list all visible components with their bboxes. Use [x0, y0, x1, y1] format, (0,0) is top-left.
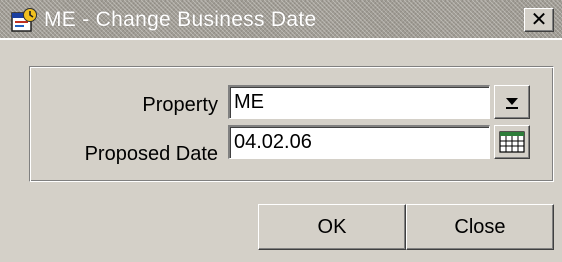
close-button[interactable]: Close — [406, 204, 554, 250]
change-business-date-dialog: ME - Change Business Date ✕ Property ME … — [0, 0, 562, 262]
ok-button-label: OK — [317, 216, 347, 238]
close-window-button[interactable]: ✕ — [524, 8, 554, 32]
proposed-date-field[interactable]: 04.02.06 — [228, 125, 490, 159]
dropdown-arrow-icon — [506, 98, 518, 109]
proposed-date-label: Proposed Date — [84, 143, 218, 165]
close-icon: ✕ — [530, 9, 548, 31]
window-title: ME - Change Business Date — [44, 8, 317, 31]
app-icon — [11, 8, 37, 32]
calendar-button[interactable] — [494, 125, 530, 159]
ok-button[interactable]: OK — [258, 204, 406, 250]
close-button-label: Close — [454, 216, 506, 238]
property-field[interactable]: ME — [228, 85, 490, 119]
title-bar[interactable]: ME - Change Business Date ✕ — [0, 0, 562, 40]
calendar-icon — [499, 131, 525, 153]
property-label: Property — [142, 94, 218, 116]
property-dropdown-button[interactable] — [494, 85, 530, 119]
